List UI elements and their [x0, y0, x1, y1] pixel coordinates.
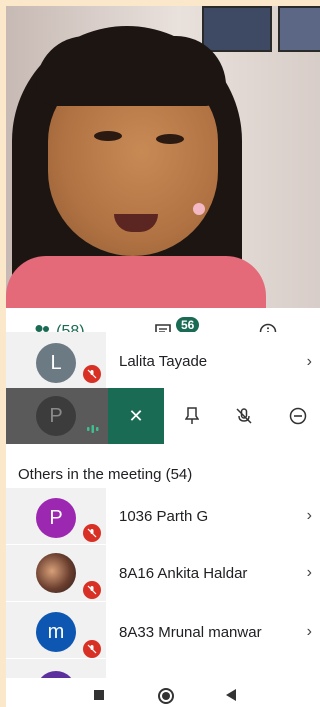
wall-picture	[278, 6, 320, 52]
avatar-initial: P	[49, 404, 63, 427]
remove-icon	[289, 407, 307, 425]
person-earring	[193, 203, 205, 215]
participant-row[interactable]: 8A16 Ankita Haldar ›	[6, 545, 320, 601]
participant-row[interactable]: P 1036 Parth G ›	[6, 488, 320, 544]
mic-off-icon	[83, 581, 101, 599]
meeting-screen: (58) 56 L Lalita Tayad	[6, 6, 320, 707]
mute-button[interactable]	[234, 406, 254, 426]
chevron-right-icon[interactable]: ›	[307, 353, 312, 371]
participant-row[interactable]: m 8A33 Mrunal manwar ›	[6, 602, 320, 658]
mute-icon	[236, 408, 252, 424]
avatar-photo	[36, 553, 76, 593]
participant-name: 8A16 Ankita Haldar	[119, 565, 248, 582]
home-button[interactable]	[158, 688, 174, 704]
back-button[interactable]	[226, 689, 236, 701]
wall-picture	[202, 6, 272, 52]
avatar: P	[36, 396, 76, 436]
pin-button[interactable]	[182, 406, 202, 426]
mic-off-icon	[83, 524, 101, 542]
mic-off-icon	[83, 365, 101, 383]
android-nav-bar	[6, 678, 320, 707]
close-icon: ✕	[128, 405, 144, 426]
mic-off-icon	[83, 640, 101, 658]
chat-badge: 56	[176, 317, 200, 333]
avatar-initial: P	[49, 506, 63, 529]
pin-icon	[185, 407, 199, 424]
close-actions-button[interactable]: ✕	[108, 388, 164, 444]
participant-row-visible[interactable]: L Lalita Tayade ›	[6, 343, 320, 388]
person-eye	[94, 131, 122, 141]
audio-level-icon	[87, 425, 99, 433]
remove-button[interactable]	[288, 406, 308, 426]
chevron-right-icon[interactable]: ›	[307, 623, 312, 641]
chevron-right-icon[interactable]: ›	[307, 507, 312, 525]
participant-row[interactable]	[6, 659, 320, 707]
chevron-right-icon[interactable]: ›	[307, 564, 312, 582]
avatar: L	[36, 343, 76, 383]
participant-name: Lalita Tayade	[119, 353, 208, 370]
person-bangs	[36, 36, 226, 106]
home-icon	[162, 692, 170, 700]
participant-actions: P ✕	[6, 388, 320, 444]
participant-name: 1036 Parth G	[119, 508, 209, 525]
person-eye	[156, 134, 184, 144]
avatar: m	[36, 612, 76, 652]
person-shoulder	[6, 256, 266, 308]
avatar-initial: L	[50, 351, 62, 374]
video-feed[interactable]	[6, 6, 320, 308]
avatar: P	[36, 498, 76, 538]
participant-name: 8A33 Mrunal manwar	[119, 624, 262, 641]
section-title: Others in the meeting (54)	[18, 466, 193, 483]
selected-participant: P	[6, 388, 108, 444]
avatar-initial: m	[47, 620, 65, 643]
recents-button[interactable]	[94, 690, 104, 700]
